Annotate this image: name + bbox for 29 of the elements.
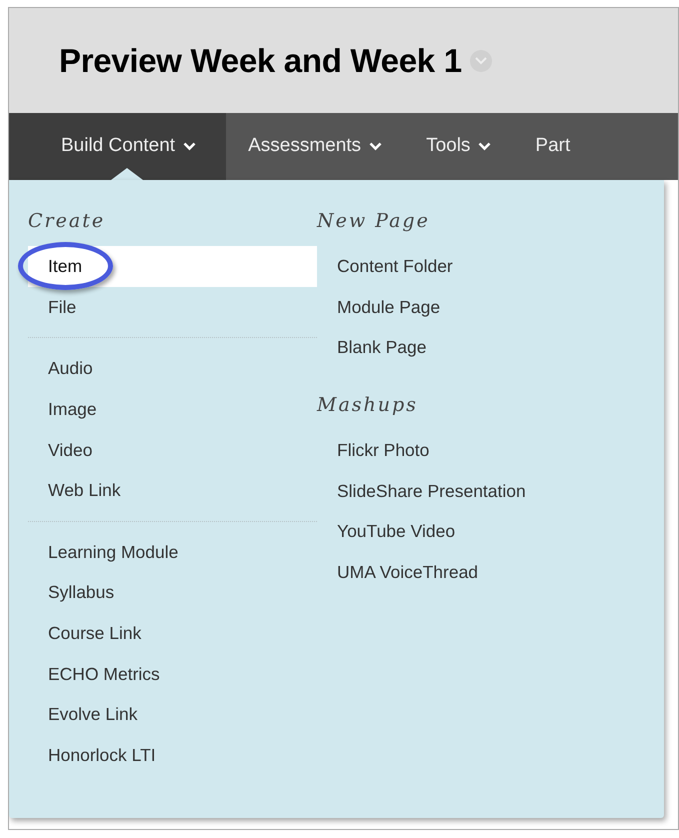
nav-tab[interactable]: Build Content [9,113,226,180]
menu-item[interactable]: Web Link [28,470,317,511]
menu-item[interactable]: Evolve Link [28,694,317,735]
chevron-icon [474,56,487,64]
menu-item[interactable]: Syllabus [28,572,317,613]
nav-tab[interactable]: Assessments [226,113,404,180]
menu-item[interactable]: File [28,286,317,328]
menu-item[interactable]: Audio [28,348,317,389]
menu-item[interactable]: Item [28,246,317,287]
page-title: Preview Week and Week 1 [59,40,462,80]
menu-item[interactable]: Flickr Photo [317,430,647,470]
menu-item[interactable]: Blank Page [317,327,647,368]
title-menu-button[interactable] [470,50,492,72]
menu-item[interactable]: SlideShare Presentation [317,470,647,511]
menu-item[interactable]: Learning Module [28,532,317,572]
menu-item[interactable]: ECHO Metrics [28,653,317,694]
menu-item[interactable]: Content Folder [317,246,647,287]
nav-tab[interactable]: Tools [404,113,514,180]
menu-item[interactable]: YouTube Video [317,510,647,552]
section-heading: Mashups [317,392,419,418]
nav-tab[interactable]: Part [513,113,592,180]
menu-item[interactable]: Image [28,388,317,430]
menu-item[interactable]: Honorlock LTI [28,734,317,776]
menu-item[interactable]: Video [28,429,317,470]
section-heading: Create [28,209,106,234]
section-heading: New Page [317,209,431,234]
menu-item[interactable]: UMA VoiceThread [317,552,647,592]
menu-item[interactable]: Module Page [317,286,647,328]
menu-item[interactable]: Course Link [28,612,317,654]
